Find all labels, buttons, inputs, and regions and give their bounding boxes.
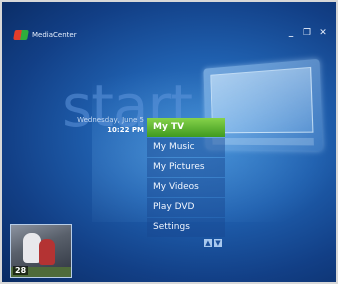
channel-number: 28 [13, 266, 29, 275]
media-center-logo: MediaCenter [13, 30, 77, 40]
menu-item-my-tv[interactable]: My TV [147, 118, 225, 137]
restore-button[interactable]: ❐ [302, 28, 312, 38]
scroll-down-icon[interactable]: ▼ [214, 239, 222, 247]
menu-item-settings[interactable]: Settings [147, 218, 225, 237]
close-button[interactable]: ✕ [318, 28, 328, 38]
menu-item-my-music[interactable]: My Music [147, 138, 225, 157]
time-label: 10:22 PM [107, 126, 144, 134]
window-controls: _ ❐ ✕ [286, 28, 328, 38]
scroll-up-icon[interactable]: ▲ [204, 239, 212, 247]
minimize-button[interactable]: _ [286, 28, 296, 38]
live-tv-preview[interactable]: 28 [10, 224, 72, 278]
date-label: Wednesday, June 5 [77, 116, 144, 124]
windows-flag-icon [13, 30, 29, 40]
menu-scroll-controls: ▲ ▼ [204, 239, 222, 247]
menu-item-play-dvd[interactable]: Play DVD [147, 198, 225, 217]
tv-screen [210, 66, 314, 134]
tv-speaker [212, 137, 314, 146]
menu-item-my-pictures[interactable]: My Pictures [147, 158, 225, 177]
app-name: MediaCenter [32, 31, 77, 39]
media-center-window: MediaCenter _ ❐ ✕ start Wednesday, June … [0, 0, 338, 284]
start-menu: My TV My Music My Pictures My Videos Pla… [147, 118, 225, 238]
menu-item-my-videos[interactable]: My Videos [147, 178, 225, 197]
date-time: Wednesday, June 5 10:22 PM [77, 115, 144, 135]
preview-player-red [39, 239, 55, 265]
